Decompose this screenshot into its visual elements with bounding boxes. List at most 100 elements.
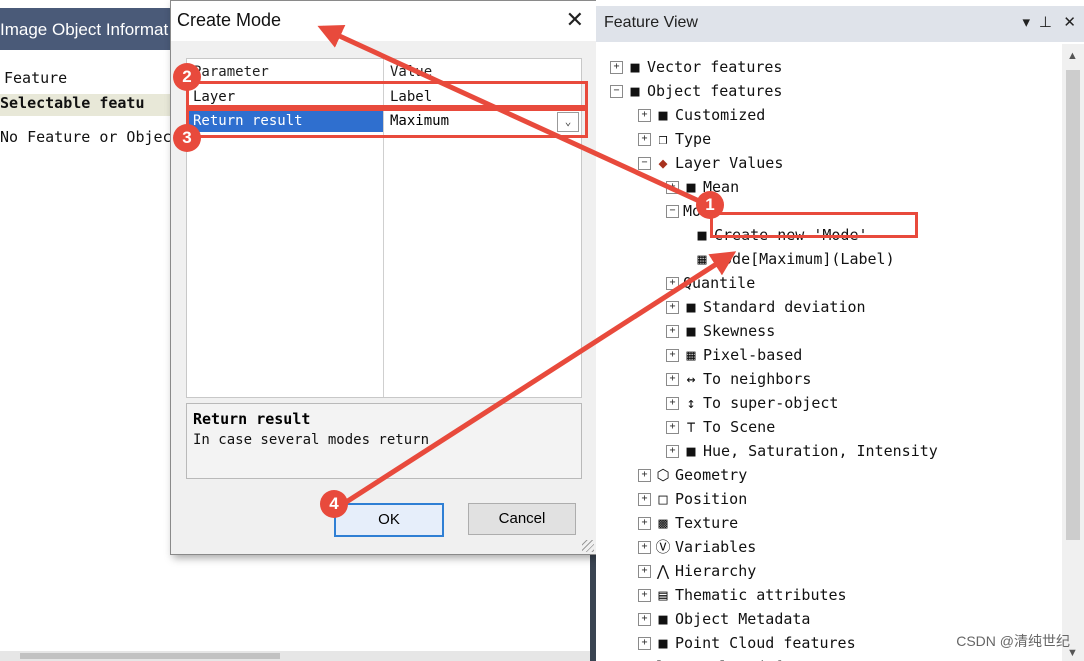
tree-item-pixel-based[interactable]: + ▦ Pixel-based <box>666 344 802 366</box>
tree-item-label: mode[Maximum](Label) <box>714 250 895 268</box>
expand-icon[interactable]: + <box>666 301 679 314</box>
expand-icon[interactable]: + <box>666 397 679 410</box>
tree-item-point-cloud-features[interactable]: + ■ Point Cloud features <box>638 632 856 654</box>
highlight-box-create-new-mode <box>710 212 918 238</box>
description-box: Return result In case several modes retu… <box>186 403 582 479</box>
tree-item-variables[interactable]: + Ⓥ Variables <box>638 536 756 558</box>
tree-item-label: Standard deviation <box>703 298 866 316</box>
description-title: Return result <box>193 410 311 428</box>
tree-item-hue-saturation-intensity[interactable]: + ■ Hue, Saturation, Intensity <box>666 440 938 462</box>
bullet-icon: ■ <box>630 82 640 100</box>
tree-item-label: Layer Values <box>675 154 784 172</box>
grid-header-row: Parameter Value <box>187 61 581 83</box>
tree-item-customized[interactable]: + ■ Customized <box>638 104 765 126</box>
geometry-icon: ⬡ <box>656 466 670 484</box>
collapse-icon[interactable]: − <box>638 157 651 170</box>
expand-icon[interactable]: + <box>638 589 651 602</box>
layers-icon: ◆ <box>658 154 668 172</box>
tree-item-vector-features[interactable]: + ■ Vector features <box>610 56 782 78</box>
expand-icon[interactable]: + <box>666 445 679 458</box>
tree-item-label: Hue, Saturation, Intensity <box>703 442 938 460</box>
step-badge-1: 1 <box>696 191 724 219</box>
tree-item-position[interactable]: + □ Position <box>638 488 747 510</box>
tree-item-label: Thematic attributes <box>675 586 847 604</box>
dialog-title: Create Mode <box>177 10 282 30</box>
position-icon: □ <box>658 490 668 508</box>
tree-item-geometry[interactable]: + ⬡ Geometry <box>638 464 747 486</box>
expand-icon[interactable]: + <box>638 133 651 146</box>
watermark: CSDN @清纯世纪 <box>956 633 1070 649</box>
close-icon[interactable]: ✕ <box>1063 13 1076 31</box>
tree-item-label: To super-object <box>703 394 839 412</box>
bullet-icon: ■ <box>686 178 696 196</box>
tree-item-to-scene[interactable]: + ⊤ To Scene <box>666 416 775 438</box>
tree-item-to-super-object[interactable]: + ↕ To super-object <box>666 392 838 414</box>
bullet-icon: ■ <box>686 442 696 460</box>
tree-item-label: Variables <box>675 538 757 556</box>
tree-item-to-neighbors[interactable]: + ↔ To neighbors <box>666 368 811 390</box>
no-feature-message: No Feature or Objec <box>0 128 172 146</box>
tree-item-quantile[interactable]: + Quantile <box>666 272 755 294</box>
selectable-features-row[interactable]: Selectable featu <box>0 94 180 116</box>
close-icon[interactable]: ✕ <box>566 7 584 33</box>
hierarchy-icon: ⋀ <box>656 562 670 580</box>
horizontal-scrollbar[interactable] <box>0 651 590 661</box>
pixel-icon: ▦ <box>686 346 696 364</box>
scrollbar-thumb[interactable] <box>20 653 280 659</box>
variables-icon: Ⓥ <box>655 538 671 556</box>
expand-icon[interactable]: + <box>666 421 679 434</box>
scene-icon: ⊤ <box>686 418 696 436</box>
tree-item-label: Object Metadata <box>675 610 811 628</box>
collapse-icon[interactable]: − <box>666 205 679 218</box>
expand-icon[interactable]: + <box>638 109 651 122</box>
tree-item-mode-maximum-label[interactable]: ▦ mode[Maximum](Label) <box>694 248 895 270</box>
tree-item-label: Position <box>675 490 748 508</box>
dialog-titlebar: Create Mode ✕ <box>171 1 596 41</box>
scrollbar-thumb[interactable] <box>1066 70 1080 540</box>
tree-item-label: Type <box>675 130 712 148</box>
expand-icon[interactable]: + <box>638 517 651 530</box>
bullet-icon: ■ <box>627 656 643 661</box>
tree-item-thematic-attributes[interactable]: + ▤ Thematic attributes <box>638 584 847 606</box>
tree-item-hierarchy[interactable]: + ⋀ Hierarchy <box>638 560 756 582</box>
ok-button[interactable]: OK <box>334 503 444 537</box>
expand-icon[interactable]: + <box>638 493 651 506</box>
pin-icon[interactable]: ⊥ <box>1039 13 1052 31</box>
expand-icon[interactable]: + <box>666 277 679 290</box>
panel-tab-title[interactable]: Image Object Informat <box>0 8 180 50</box>
tree-item-label: Customized <box>675 106 766 124</box>
highlight-box-return-result <box>186 108 588 138</box>
parameter-column-header: Parameter <box>193 64 269 80</box>
expand-icon[interactable]: + <box>638 541 651 554</box>
collapse-icon[interactable]: − <box>610 85 623 98</box>
grid-icon: ▦ <box>697 250 707 268</box>
expand-icon[interactable]: + <box>610 61 623 74</box>
cancel-button[interactable]: Cancel <box>468 503 576 535</box>
value-column-header: Value <box>390 64 433 80</box>
tree-item-label: To Scene <box>703 418 776 436</box>
expand-icon[interactable]: + <box>638 637 651 650</box>
vertical-scrollbar[interactable]: ▲ ▼ <box>1062 44 1084 661</box>
tree-item-object-metadata[interactable]: + ■ Object Metadata <box>638 608 810 630</box>
expand-icon[interactable]: + <box>638 469 651 482</box>
tree-item-standard-deviation[interactable]: + ■ Standard deviation <box>666 296 866 318</box>
step-badge-2: 2 <box>173 63 201 91</box>
tree-item-layer-values[interactable]: − ◆ Layer Values <box>638 152 783 174</box>
scroll-up-arrow-icon[interactable]: ▲ <box>1067 50 1078 62</box>
expand-icon[interactable]: + <box>666 349 679 362</box>
expand-icon[interactable]: + <box>666 181 679 194</box>
tree-item-type[interactable]: + ❐ Type <box>638 128 711 150</box>
bullet-icon: ■ <box>658 610 668 628</box>
tree-item-texture[interactable]: + ▩ Texture <box>638 512 738 534</box>
expand-icon[interactable]: + <box>638 613 651 626</box>
resize-grip-icon[interactable] <box>582 540 594 552</box>
tree-item-object-features[interactable]: − ■ Object features <box>610 80 782 102</box>
expand-icon[interactable]: + <box>666 373 679 386</box>
tree-item-skewness[interactable]: + ■ Skewness <box>666 320 775 342</box>
expand-icon[interactable]: + <box>666 325 679 338</box>
tree-item-class-related-features[interactable]: +■Class-Related features <box>610 656 845 661</box>
expand-icon[interactable]: + <box>638 565 651 578</box>
tree-item-label: Quantile <box>683 274 756 292</box>
feature-view-titlebar: Feature View ▾ ⊥ ✕ <box>596 6 1084 42</box>
dropdown-arrow-icon[interactable]: ▾ <box>1022 13 1030 31</box>
